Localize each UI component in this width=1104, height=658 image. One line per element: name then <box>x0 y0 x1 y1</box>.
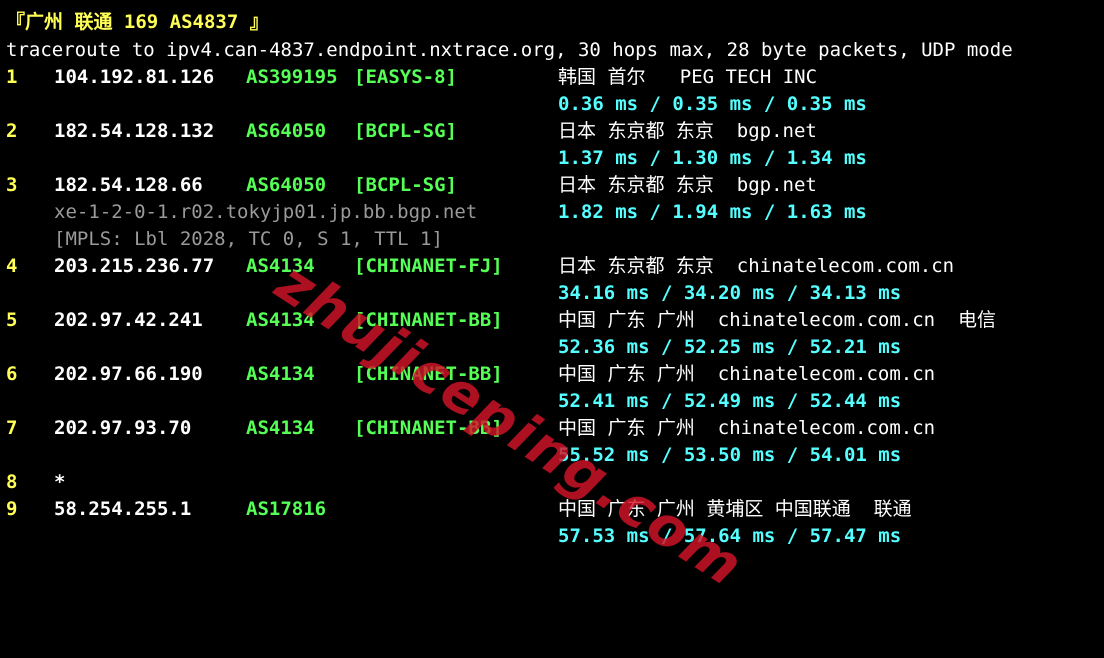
hop-asn: AS4134 <box>246 255 315 277</box>
header-line: traceroute to ipv4.can-4837.endpoint.nxt… <box>0 37 1104 64</box>
hop-geo: 日本 东京都 东京 bgp.net <box>558 120 817 142</box>
hop-rtt-row: xe-1-2-0-1.r02.tokyjp01.jp.bb.bgp.net 1.… <box>0 199 1104 226</box>
hop-rtt: 57.53 ms / 57.64 ms / 57.47 ms <box>558 525 902 547</box>
hop-rtt: 52.36 ms / 52.25 ms / 52.21 ms <box>558 336 902 358</box>
hop-row: 5 202.97.42.241 AS4134 [CHINANET-BB] 中国 … <box>0 307 1104 334</box>
hop-number: 9 <box>6 498 18 520</box>
hop-timeout: * <box>54 471 66 493</box>
hop-rtt-row: 55.52 ms / 53.50 ms / 54.01 ms <box>0 442 1104 469</box>
hop-rdns: xe-1-2-0-1.r02.tokyjp01.jp.bb.bgp.net <box>54 201 478 223</box>
hop-number: 1 <box>6 66 18 88</box>
hop-ip: 58.254.255.1 <box>54 498 192 520</box>
hop-number: 5 <box>6 309 18 331</box>
hop-rtt: 1.82 ms / 1.94 ms / 1.63 ms <box>558 201 867 223</box>
hop-mpls-row: [MPLS: Lbl 2028, TC 0, S 1, TTL 1] <box>0 226 1104 253</box>
hop-number: 2 <box>6 120 18 142</box>
hop-ip: 202.97.93.70 <box>54 417 192 439</box>
hop-row: 7 202.97.93.70 AS4134 [CHINANET-BB] 中国 广… <box>0 415 1104 442</box>
hop-ip: 104.192.81.126 <box>54 66 215 88</box>
hop-rtt: 52.41 ms / 52.49 ms / 52.44 ms <box>558 390 902 412</box>
hop-rtt: 0.36 ms / 0.35 ms / 0.35 ms <box>558 93 867 115</box>
hop-number: 4 <box>6 255 18 277</box>
hop-tag: [BCPL-SG] <box>354 120 457 142</box>
hop-row: 6 202.97.66.190 AS4134 [CHINANET-BB] 中国 … <box>0 361 1104 388</box>
hop-number: 6 <box>6 363 18 385</box>
hop-asn: AS4134 <box>246 363 315 385</box>
test-title: 『广州 联通 169 AS4837 』 <box>6 11 269 33</box>
hop-tag: [CHINANET-BB] <box>354 363 503 385</box>
hop-tag: [EASYS-8] <box>354 66 457 88</box>
hop-rtt: 55.52 ms / 53.50 ms / 54.01 ms <box>558 444 902 466</box>
title-line: 『广州 联通 169 AS4837 』 <box>0 9 1104 36</box>
hop-tag: [CHINANET-BB] <box>354 309 503 331</box>
hop-rtt-row: 34.16 ms / 34.20 ms / 34.13 ms <box>0 280 1104 307</box>
hop-geo: 中国 广东 广州 chinatelecom.com.cn <box>558 417 936 439</box>
hop-asn: AS4134 <box>246 417 315 439</box>
hop-rtt-row: 0.36 ms / 0.35 ms / 0.35 ms <box>0 91 1104 118</box>
hop-row: 1 104.192.81.126 AS399195 [EASYS-8] 韩国 首… <box>0 64 1104 91</box>
hop-asn: AS64050 <box>246 120 327 142</box>
hop-geo: 日本 东京都 东京 bgp.net <box>558 174 817 196</box>
traceroute-header: traceroute to ipv4.can-4837.endpoint.nxt… <box>6 39 1013 61</box>
hop-asn: AS399195 <box>246 66 338 88</box>
hop-rtt-row: 52.36 ms / 52.25 ms / 52.21 ms <box>0 334 1104 361</box>
hop-number: 3 <box>6 174 18 196</box>
hop-ip: 182.54.128.66 <box>54 174 203 196</box>
hop-ip: 182.54.128.132 <box>54 120 215 142</box>
hop-rtt-row: 52.41 ms / 52.49 ms / 52.44 ms <box>0 388 1104 415</box>
hop-asn: AS17816 <box>246 498 327 520</box>
hop-geo: 中国 广东 广州 黄埔区 中国联通 联通 <box>558 498 912 520</box>
hop-asn: AS4134 <box>246 309 315 331</box>
terminal-output: 『广州 联通 169 AS4837 』 traceroute to ipv4.c… <box>0 0 1104 600</box>
hop-rtt-row: 1.37 ms / 1.30 ms / 1.34 ms <box>0 145 1104 172</box>
hop-geo: 中国 广东 广州 chinatelecom.com.cn 电信 <box>558 309 996 331</box>
hop-tag: [CHINANET-BB] <box>354 417 503 439</box>
hop-ip: 203.215.236.77 <box>54 255 215 277</box>
hop-tag: [BCPL-SG] <box>354 174 457 196</box>
hop-mpls: [MPLS: Lbl 2028, TC 0, S 1, TTL 1] <box>54 228 443 250</box>
hop-row: 4 203.215.236.77 AS4134 [CHINANET-FJ] 日本… <box>0 253 1104 280</box>
hop-row: 3 182.54.128.66 AS64050 [BCPL-SG] 日本 东京都… <box>0 172 1104 199</box>
hop-ip: 202.97.42.241 <box>54 309 203 331</box>
hop-ip: 202.97.66.190 <box>54 363 203 385</box>
hop-rtt-row: 57.53 ms / 57.64 ms / 57.47 ms <box>0 523 1104 550</box>
hop-row: 2 182.54.128.132 AS64050 [BCPL-SG] 日本 东京… <box>0 118 1104 145</box>
hop-number: 7 <box>6 417 18 439</box>
hop-rtt: 34.16 ms / 34.20 ms / 34.13 ms <box>558 282 902 304</box>
hop-row: 9 58.254.255.1 AS17816 中国 广东 广州 黄埔区 中国联通… <box>0 496 1104 523</box>
hop-geo: 中国 广东 广州 chinatelecom.com.cn <box>558 363 936 385</box>
hop-geo: 韩国 首尔 PEG TECH INC <box>558 66 818 88</box>
hop-tag: [CHINANET-FJ] <box>354 255 503 277</box>
hop-geo: 日本 东京都 东京 chinatelecom.com.cn <box>558 255 955 277</box>
hop-asn: AS64050 <box>246 174 327 196</box>
hop-row: 8 * <box>0 469 1104 496</box>
hop-number: 8 <box>6 471 18 493</box>
hop-rtt: 1.37 ms / 1.30 ms / 1.34 ms <box>558 147 867 169</box>
